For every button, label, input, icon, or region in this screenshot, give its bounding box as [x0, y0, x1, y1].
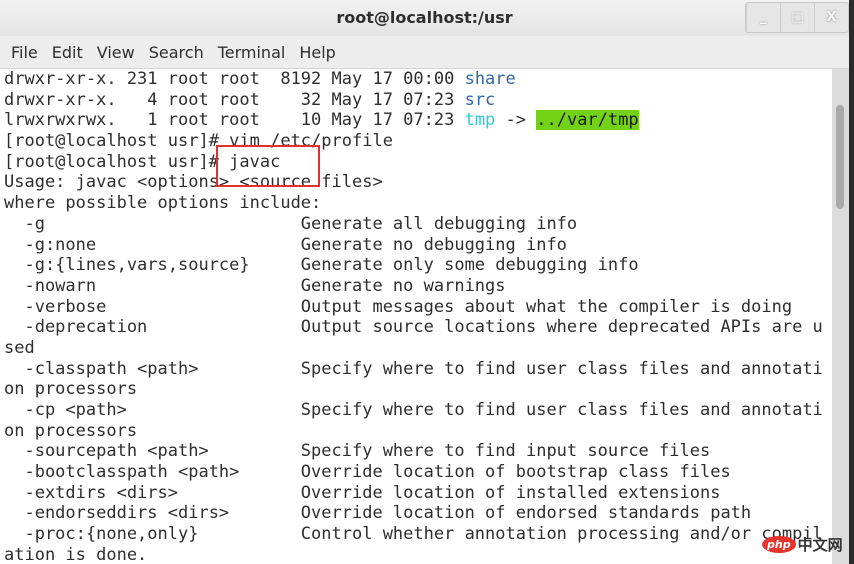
terminal-text: -bootclasspath <path> Override location …	[4, 462, 731, 483]
menu-terminal[interactable]: Terminal	[211, 43, 293, 62]
terminal-line: -endorseddirs <dirs> Override location o…	[0, 503, 832, 524]
terminal-text: -deprecation Output source locations whe…	[4, 317, 823, 338]
terminal-text: ->	[495, 110, 537, 131]
menu-help[interactable]: Help	[292, 43, 342, 62]
terminal-line: [root@localhost usr]# javac	[0, 152, 832, 173]
terminal-line: [root@localhost usr]# vim /etc/profile	[0, 131, 832, 152]
window-title: root@localhost:/usr	[336, 8, 513, 27]
terminal-text: where possible options include:	[4, 193, 322, 214]
terminal-text: drwxr-xr-x. 231 root root 8192 May 17 00…	[4, 69, 465, 89]
terminal-text: -classpath <path> Specify where to find …	[4, 358, 823, 379]
terminal-line: -extdirs <dirs> Override location of ins…	[0, 483, 832, 504]
menu-view[interactable]: View	[90, 43, 142, 62]
terminal-line: lrwxrwxrwx. 1 root root 10 May 17 07:23 …	[0, 110, 832, 131]
terminal-text: share	[464, 69, 516, 89]
terminal-text: on processors	[4, 420, 138, 441]
terminal-text: src	[464, 89, 496, 110]
terminal-text: ../var/tmp	[536, 110, 639, 131]
terminal-text: drwxr-xr-x. 4 root root 32 May 17 07:23	[4, 89, 465, 110]
terminal-text: -g:{lines,vars,source} Generate only som…	[4, 255, 639, 276]
terminal-text: -nowarn Generate no warnings	[4, 275, 506, 296]
maximize-button[interactable]: □	[780, 3, 814, 32]
terminal-line: -nowarn Generate no warnings	[0, 276, 832, 297]
terminal-text: tmp	[464, 110, 496, 131]
terminal-text: -g:none Generate no debugging info	[4, 234, 567, 255]
terminal-text: ation is done.	[4, 544, 148, 564]
terminal-line: -g:{lines,vars,source} Generate only som…	[0, 255, 832, 276]
terminal-output[interactable]: drwxr-xr-x. 231 root root 8192 May 17 00…	[0, 69, 832, 564]
menu-bar: File Edit View Search Terminal Help	[0, 36, 849, 69]
terminal-line: -g Generate all debugging info	[0, 214, 832, 235]
scrollbar[interactable]	[832, 69, 849, 564]
terminal-line: -cp <path> Specify where to find user cl…	[0, 400, 832, 421]
watermark: php 中文网	[762, 534, 843, 555]
menu-search[interactable]: Search	[142, 43, 211, 62]
title-bar: root@localhost:/usr _ □ X	[0, 0, 849, 36]
terminal-line: drwxr-xr-x. 231 root root 8192 May 17 00…	[0, 69, 832, 90]
terminal-line: -bootclasspath <path> Override location …	[0, 462, 832, 483]
terminal-line: -deprecation Output source locations whe…	[0, 317, 832, 338]
scrollbar-thumb[interactable]	[836, 105, 844, 209]
terminal-text: [root@localhost usr]# vim /etc/profile	[4, 131, 393, 152]
terminal-line: where possible options include:	[0, 193, 832, 214]
terminal-text: lrwxrwxrwx. 1 root root 10 May 17 07:23	[4, 110, 465, 131]
terminal-line: -proc:{none,only} Control whether annota…	[0, 524, 832, 545]
terminal-text: -proc:{none,only} Control whether annota…	[4, 524, 823, 545]
minimize-button[interactable]: _	[746, 3, 780, 32]
terminal-text: -extdirs <dirs> Override location of ins…	[4, 482, 721, 503]
menu-file[interactable]: File	[4, 43, 45, 62]
highlight-box	[216, 145, 320, 187]
terminal-text: Usage: javac <options> <source files>	[4, 172, 383, 193]
terminal-line: drwxr-xr-x. 4 root root 32 May 17 07:23 …	[0, 90, 832, 111]
terminal-line: -classpath <path> Specify where to find …	[0, 359, 832, 380]
terminal-text: -endorseddirs <dirs> Override location o…	[4, 503, 752, 524]
terminal-line: sed	[0, 338, 832, 359]
terminal-line: -verbose Output messages about what the …	[0, 297, 832, 318]
terminal-line: on processors	[0, 421, 832, 442]
terminal-line: -g:none Generate no debugging info	[0, 235, 832, 256]
close-button[interactable]: X	[814, 3, 848, 32]
terminal-line: -sourcepath <path> Specify where to find…	[0, 441, 832, 462]
terminal-line: ation is done.	[0, 545, 832, 564]
menu-edit[interactable]: Edit	[45, 43, 90, 62]
terminal-text: sed	[4, 337, 35, 358]
terminal-text: -sourcepath <path> Specify where to find…	[4, 441, 711, 462]
terminal-line: on processors	[0, 379, 832, 400]
terminal-text: -g Generate all debugging info	[4, 213, 578, 234]
terminal-text: -cp <path> Specify where to find user cl…	[4, 400, 823, 420]
terminal-text: on processors	[4, 379, 138, 400]
terminal-text: -verbose Output messages about what the …	[4, 296, 793, 317]
terminal-line: Usage: javac <options> <source files>	[0, 172, 832, 193]
